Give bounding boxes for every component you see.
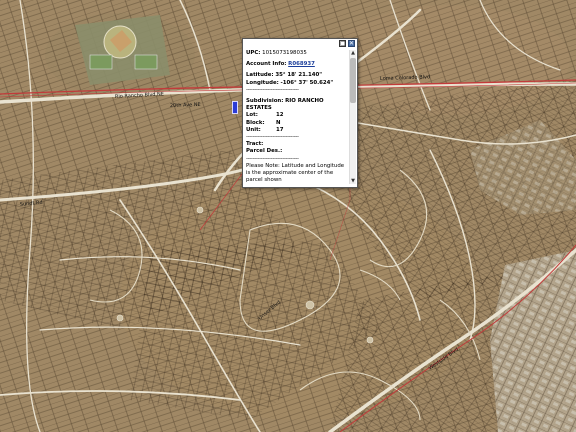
minimize-icon[interactable]: □ — [339, 40, 346, 47]
subdivision-label: Subdivision: — [246, 98, 284, 105]
tract-label: Tract: — [246, 141, 264, 148]
scroll-thumb[interactable] — [350, 58, 356, 103]
account-label: Account Info: — [246, 61, 287, 68]
lot-value: 12 — [276, 112, 284, 119]
popup-content: UPC: 1015073198035 Account Info: R068937… — [246, 50, 347, 184]
separator: -------------------------------- — [246, 86, 299, 93]
lot-label: Lot: — [246, 112, 258, 119]
latitude-value: 35° 18' 21.140" — [275, 72, 323, 79]
coordinate-note: Please Note: Latitude and Longitude is t… — [246, 162, 345, 184]
popup-scrollbar[interactable]: ▲ ▼ — [349, 50, 356, 184]
latitude-label: Latitude: — [246, 72, 274, 79]
scroll-down-icon[interactable]: ▼ — [350, 178, 356, 184]
parcel-info-popup: □ ✕ UPC: 1015073198035 Account Info: R06… — [242, 38, 358, 188]
upc-value: 1015073198035 — [262, 50, 307, 56]
unit-label: Unit: — [246, 126, 261, 133]
selected-parcel-marker[interactable] — [232, 101, 238, 114]
street-label: 20th Ave NE — [170, 102, 201, 109]
longitude-value: -106° 37' 50.624" — [280, 79, 334, 86]
close-icon[interactable]: ✕ — [348, 40, 355, 47]
unit-value: 17 — [276, 126, 284, 133]
upc-label: UPC: — [246, 50, 261, 56]
scroll-up-icon[interactable]: ▲ — [350, 50, 356, 56]
longitude-label: Longitude: — [246, 79, 279, 86]
block-value: N — [276, 119, 281, 126]
sports-park — [75, 15, 170, 85]
separator: -------------------------------- — [246, 134, 299, 141]
parcel-des-label: Parcel Des.: — [246, 148, 283, 155]
account-link[interactable]: R068937 — [288, 61, 315, 67]
separator: -------------------------------- — [246, 155, 299, 162]
block-label: Block: — [246, 119, 265, 126]
popup-titlebar: □ ✕ — [339, 40, 355, 48]
